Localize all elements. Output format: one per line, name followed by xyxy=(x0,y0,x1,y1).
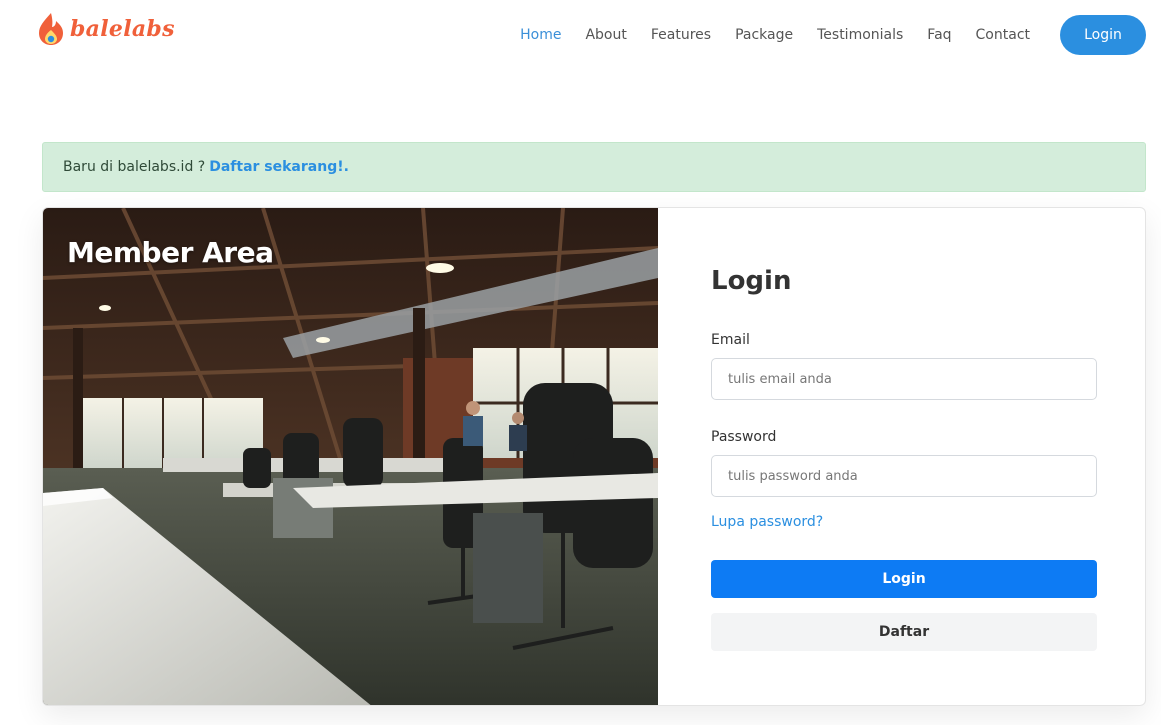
alert-text: Baru di balelabs.id ? xyxy=(63,159,206,175)
office-photo: Member Area xyxy=(43,208,658,705)
email-label: Email xyxy=(711,332,750,348)
nav-contact[interactable]: Contact xyxy=(976,27,1030,43)
signup-alert: Baru di balelabs.id ? Daftar sekarang!. xyxy=(42,142,1146,192)
nav-faq[interactable]: Faq xyxy=(927,27,951,43)
brand-name: balelabs xyxy=(70,16,175,42)
site-header: balelabs Home About Features Package Tes… xyxy=(0,0,1161,70)
member-area-title: Member Area xyxy=(67,236,274,269)
header-login-button[interactable]: Login xyxy=(1060,15,1146,55)
register-button[interactable]: Daftar xyxy=(711,613,1097,651)
password-label: Password xyxy=(711,429,777,445)
login-card: Member Area Login Email Password Lupa pa… xyxy=(42,207,1146,706)
login-submit-button[interactable]: Login xyxy=(711,560,1097,598)
nav-home[interactable]: Home xyxy=(520,27,561,43)
main-nav: Home About Features Package Testimonials… xyxy=(496,15,1146,55)
flame-icon xyxy=(38,12,64,46)
nav-testimonials[interactable]: Testimonials xyxy=(817,27,903,43)
forgot-password-link[interactable]: Lupa password? xyxy=(711,514,823,530)
email-field[interactable] xyxy=(711,358,1097,400)
brand-logo[interactable]: balelabs xyxy=(38,12,175,46)
nav-about[interactable]: About xyxy=(585,27,626,43)
nav-features[interactable]: Features xyxy=(651,27,711,43)
login-title: Login xyxy=(711,266,792,296)
password-field[interactable] xyxy=(711,455,1097,497)
signup-link[interactable]: Daftar sekarang!. xyxy=(209,159,349,175)
nav-package[interactable]: Package xyxy=(735,27,793,43)
